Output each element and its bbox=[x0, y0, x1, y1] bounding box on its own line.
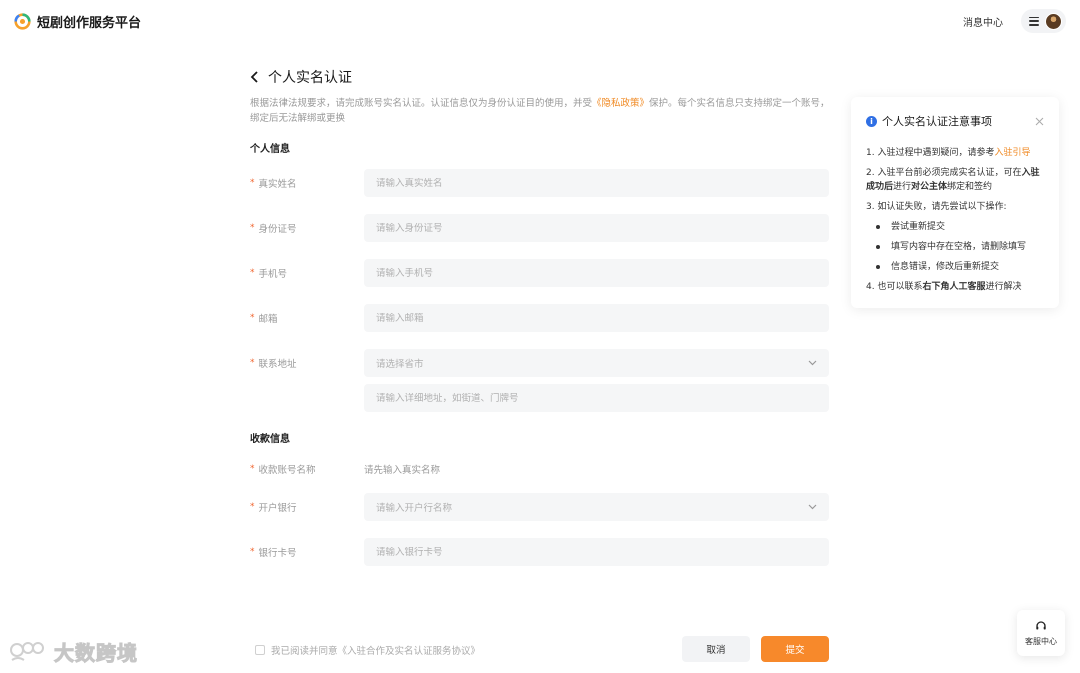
field-label: * 联系地址 bbox=[250, 358, 297, 370]
form-row-id: * 身份证号 bbox=[250, 214, 830, 242]
privacy-policy-link[interactable]: 《隐私政策》 bbox=[592, 98, 649, 109]
info-icon: i bbox=[866, 115, 877, 127]
page-title: 个人实名认证 bbox=[268, 70, 352, 86]
section-title-personal: 个人信息 bbox=[250, 144, 290, 155]
onboarding-guide-link[interactable]: 入驻引导 bbox=[994, 148, 1030, 158]
agree-checkbox[interactable] bbox=[255, 645, 265, 655]
tip-item-3: 3. 如认证失败，请先尝试以下操作: bbox=[866, 202, 1007, 212]
tip-item-1: 1. 入驻过程中遇到疑问，请参考入驻引导 bbox=[866, 148, 1031, 158]
tip-item-2: 2. 入驻平台前必须完成实名认证，可在入驻成功后进行对公主体绑定和签约 bbox=[866, 168, 1040, 192]
select-placeholder: 请输入开户行名称 bbox=[376, 503, 453, 514]
bank-select[interactable]: 请输入开户行名称 bbox=[364, 493, 829, 521]
address-detail-input[interactable] bbox=[376, 392, 817, 404]
field-label: * 真实姓名 bbox=[250, 178, 297, 190]
submit-button[interactable]: 提交 bbox=[761, 636, 829, 662]
agreement: 我已阅读并同意《入驻合作及实名认证服务协议》 bbox=[255, 643, 480, 657]
watermark: 大数跨境 bbox=[8, 636, 138, 666]
form-row-phone: * 手机号 bbox=[250, 259, 830, 287]
tips-title: 个人实名认证注意事项 bbox=[882, 115, 992, 128]
notice-text: 根据法律法规要求，请完成账号实名认证。认证信息仅为身份认证目的使用，并受《隐私政… bbox=[250, 96, 830, 126]
avatar bbox=[1045, 12, 1062, 30]
select-placeholder: 请选择省市 bbox=[376, 359, 424, 370]
tips-body: 1. 入驻过程中遇到疑问，请参考入驻引导 2. 入驻平台前必须完成实名认证，可在… bbox=[866, 146, 1044, 294]
form-row-bank: * 开户银行 请输入开户行名称 bbox=[250, 493, 830, 521]
tip-item-4: 4. 也可以联系右下角人工客服进行解决 bbox=[866, 282, 1022, 292]
id-number-input[interactable] bbox=[376, 222, 817, 234]
chevron-down-icon bbox=[808, 360, 817, 366]
form-row-address-detail bbox=[250, 384, 830, 412]
field-label: * 手机号 bbox=[250, 268, 288, 280]
email-input[interactable] bbox=[376, 312, 817, 324]
message-center-link[interactable]: 消息中心 bbox=[963, 14, 1003, 29]
watermark-logo-icon bbox=[10, 642, 44, 661]
account-name-value: 请先输入真实名称 bbox=[364, 465, 441, 476]
form-row-email: * 邮箱 bbox=[250, 304, 830, 332]
top-header: 短剧创作服务平台 消息中心 bbox=[0, 0, 1080, 42]
menu-icon bbox=[1029, 16, 1039, 26]
field-label: * 邮箱 bbox=[250, 313, 278, 325]
user-menu[interactable] bbox=[1021, 9, 1066, 33]
section-title-payment: 收款信息 bbox=[250, 434, 290, 445]
province-city-select[interactable]: 请选择省市 bbox=[364, 349, 829, 377]
brand[interactable]: 短剧创作服务平台 bbox=[14, 12, 141, 31]
form-row-name: * 真实姓名 bbox=[250, 169, 830, 197]
tip-sub-item: 信息错误，修改后重新提交 bbox=[876, 260, 1044, 274]
logo-icon bbox=[14, 12, 31, 30]
tip-sub-item: 填写内容中存在空格，请删除填写 bbox=[876, 240, 1044, 254]
customer-service-label: 客服中心 bbox=[1025, 636, 1057, 646]
field-label: * 开户银行 bbox=[250, 502, 297, 514]
real-name-input[interactable] bbox=[376, 177, 817, 189]
brand-name: 短剧创作服务平台 bbox=[37, 15, 142, 31]
phone-input[interactable] bbox=[376, 267, 817, 279]
agreement-text[interactable]: 我已阅读并同意《入驻合作及实名认证服务协议》 bbox=[271, 643, 480, 657]
form-row-account-name: * 收款账号名称 请先输入真实名称 bbox=[250, 455, 830, 483]
notice-part1: 根据法律法规要求，请完成账号实名认证。认证信息仅为身份认证目的使用，并受 bbox=[250, 98, 593, 109]
headset-icon bbox=[1036, 620, 1046, 629]
customer-service-button[interactable]: 客服中心 bbox=[1017, 610, 1065, 656]
watermark-text: 大数跨境 bbox=[54, 640, 138, 665]
cancel-button[interactable]: 取消 bbox=[682, 636, 750, 662]
field-label: * 身份证号 bbox=[250, 223, 297, 235]
field-label: * 收款账号名称 bbox=[250, 464, 316, 476]
realname-form: 个人实名认证 根据法律法规要求，请完成账号实名认证。认证信息仅为身份认证目的使用… bbox=[250, 66, 830, 566]
close-icon[interactable] bbox=[1035, 117, 1044, 126]
field-label: * 银行卡号 bbox=[250, 547, 297, 559]
tip-sub-item: 尝试重新提交 bbox=[876, 220, 1044, 234]
form-row-address: * 联系地址 请选择省市 bbox=[250, 349, 830, 377]
bank-card-input[interactable] bbox=[376, 546, 817, 558]
back-arrow-icon[interactable] bbox=[250, 70, 260, 84]
form-row-card: * 银行卡号 bbox=[250, 538, 830, 566]
chevron-down-icon bbox=[808, 504, 817, 510]
tips-card: i 个人实名认证注意事项 1. 入驻过程中遇到疑问，请参考入驻引导 2. 入驻平… bbox=[851, 97, 1059, 308]
